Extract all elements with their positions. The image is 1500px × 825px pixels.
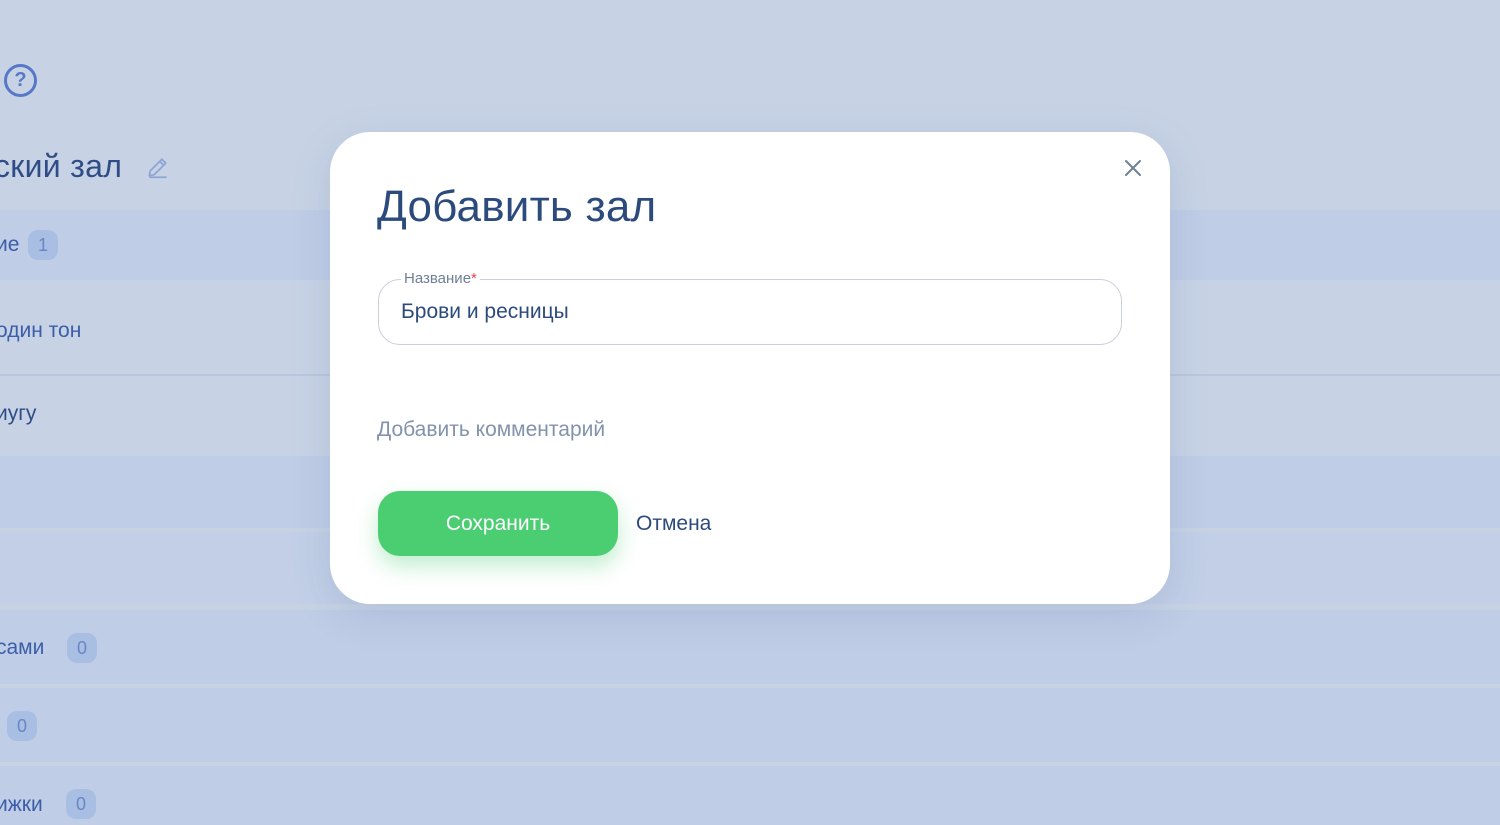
category-row[interactable]: 0 [0,688,1500,762]
category-row[interactable]: ижки 0 [0,766,1500,825]
close-icon[interactable] [1123,158,1143,178]
save-button[interactable]: Сохранить [378,491,618,556]
hall-title: ский зал [0,148,123,184]
hall-name-input[interactable] [401,280,1101,343]
cancel-button[interactable]: Отмена [636,491,711,556]
add-hall-dialog: Добавить зал Название* Добавить коммента… [330,132,1170,604]
service-label: один тон [0,319,82,342]
category-label: ижки [0,793,43,816]
count-badge: 1 [28,230,58,260]
add-comment-link[interactable]: Добавить комментарий [377,418,605,442]
hall-name-field[interactable]: Название* [378,270,1122,345]
category-label: сами [0,636,45,659]
add-service-label: иугу [0,402,37,425]
dialog-title: Добавить зал [377,182,657,231]
count-badge: 0 [66,789,96,819]
category-row[interactable]: сами 0 [0,610,1500,684]
count-badge: 0 [67,633,97,663]
help-icon[interactable]: ? [4,64,37,97]
category-label: ие [0,233,20,256]
count-badge: 0 [7,711,37,741]
edit-pencil-icon[interactable] [145,154,171,180]
